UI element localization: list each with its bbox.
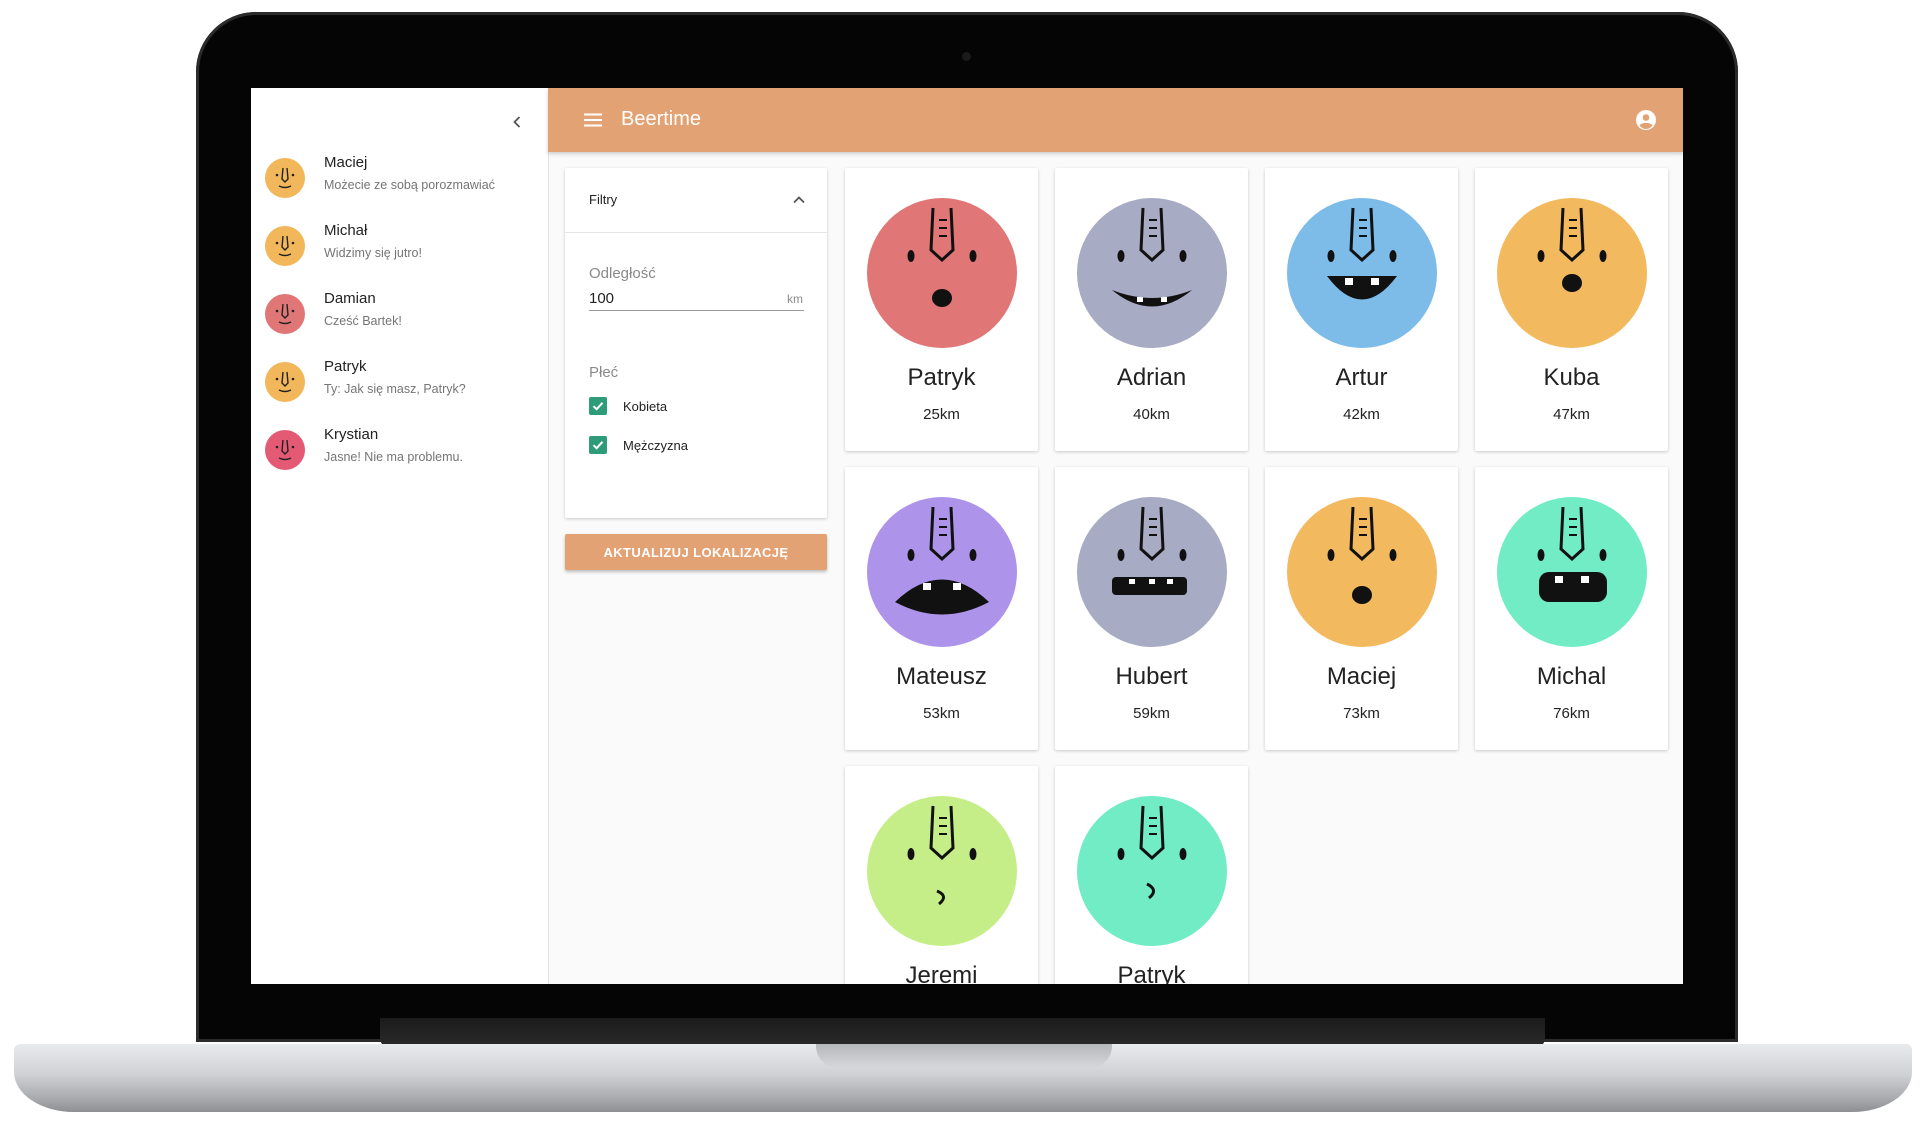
app-bar: Beertime [548, 88, 1683, 152]
account-circle-icon [1636, 110, 1656, 130]
profile-avatar [1497, 198, 1647, 348]
profile-distance: 47km [1553, 406, 1590, 423]
profile-avatar [1497, 497, 1647, 647]
avatar [265, 430, 305, 470]
chat-name: Maciej [324, 154, 368, 171]
chat-item[interactable]: Maciej Możecie ze sobą porozmawiać [265, 152, 535, 202]
checkbox-checked[interactable] [589, 436, 607, 454]
profile-avatar [1287, 198, 1437, 348]
hamburger-menu-icon [584, 113, 602, 127]
profile-name: Mateusz [896, 663, 987, 690]
profile-distance: 40km [1133, 406, 1170, 423]
filters-header[interactable]: Filtry [565, 168, 827, 233]
profile-card[interactable]: Hubert 59km [1055, 467, 1248, 750]
profile-card[interactable]: Mateusz 53km [845, 467, 1038, 750]
chat-last-message: Widzimy się jutro! [324, 246, 422, 260]
chat-last-message: Ty: Jak się masz, Patryk? [324, 382, 466, 396]
distance-input[interactable] [589, 286, 804, 311]
avatar [265, 294, 305, 334]
chat-item[interactable]: Damian Cześć Bartek! [265, 288, 535, 338]
collapse-drawer-button[interactable] [505, 110, 529, 134]
profile-card[interactable]: Jeremi [845, 766, 1038, 984]
profile-name: Patryk [1117, 962, 1186, 984]
chat-item[interactable]: Krystian Jasne! Nie ma problemu. [265, 424, 535, 474]
chevron-up-icon [793, 196, 805, 204]
profile-name: Maciej [1326, 663, 1397, 690]
chat-name: Patryk [324, 358, 367, 375]
chat-name: Krystian [324, 426, 379, 443]
chat-last-message: Możecie ze sobą porozmawiać [324, 178, 495, 192]
chat-item[interactable]: Michał Widzimy się jutro! [265, 220, 535, 270]
profile-card[interactable]: Kuba 47km [1475, 168, 1668, 451]
profile-distance: 53km [923, 705, 960, 722]
profile-distance: 73km [1343, 705, 1380, 722]
profile-card[interactable]: Michal 76km [1475, 467, 1668, 750]
chat-last-message: Cześć Bartek! [324, 314, 402, 328]
checkmark-icon [592, 402, 604, 411]
update-location-button[interactable]: AKTUALIZUJ LOKALIZACJĘ [565, 534, 827, 570]
account-button[interactable] [1634, 108, 1658, 132]
menu-button[interactable] [581, 108, 605, 132]
avatar [265, 158, 305, 198]
profile-card[interactable]: Patryk [1055, 766, 1248, 984]
profile-distance: 76km [1553, 705, 1590, 722]
profile-distance: 42km [1343, 406, 1380, 423]
profile-avatar [1077, 198, 1227, 348]
profile-name: Kuba [1543, 364, 1600, 391]
laptop-camera [962, 52, 971, 61]
distance-label: Odległość [589, 265, 656, 282]
checkbox-label: Kobieta [623, 399, 668, 414]
profile-avatar [867, 198, 1017, 348]
chat-item[interactable]: Patryk Ty: Jak się masz, Patryk? [265, 356, 535, 406]
checkmark-icon [592, 441, 604, 450]
avatar [265, 362, 305, 402]
profile-card[interactable]: Patryk 25km [845, 168, 1038, 451]
profile-card[interactable]: Adrian 40km [1055, 168, 1248, 451]
avatar [265, 226, 305, 266]
chat-drawer: Maciej Możecie ze sobą porozmawiać Michał W… [251, 88, 549, 984]
profile-name: Adrian [1116, 364, 1187, 391]
profile-avatar [1077, 497, 1227, 647]
checkbox-label: Mężczyzna [623, 438, 689, 453]
profile-distance: 59km [1133, 705, 1170, 722]
profile-distance: 25km [923, 406, 960, 423]
profile-avatar [867, 796, 1017, 946]
filters-title: Filtry [589, 192, 618, 207]
app-screen: Maciej Możecie ze sobą porozmawiać Michał W… [251, 88, 1683, 984]
checkbox-checked[interactable] [589, 397, 607, 415]
chevron-left-icon [513, 116, 521, 128]
profile-name: Patryk [907, 364, 976, 391]
profile-card[interactable]: Artur 42km [1265, 168, 1458, 451]
distance-unit: km [787, 292, 803, 306]
laptop-notch [816, 1044, 1112, 1068]
profile-name: Artur [1335, 364, 1388, 391]
app-title: Beertime [621, 108, 702, 130]
profile-avatar [1287, 497, 1437, 647]
chat-name: Michał [324, 222, 368, 239]
profile-name: Michal [1536, 663, 1607, 690]
gender-label: Płeć [589, 364, 619, 381]
profile-name: Hubert [1115, 663, 1188, 690]
chat-name: Damian [324, 290, 376, 307]
profile-name: Jeremi [905, 962, 978, 984]
profile-card[interactable]: Maciej 73km [1265, 467, 1458, 750]
filters-card: Filtry Odległość km Płeć Kobieta Mężczyz… [565, 168, 827, 518]
chat-last-message: Jasne! Nie ma problemu. [324, 450, 463, 464]
profile-avatar [867, 497, 1017, 647]
profile-avatar [1077, 796, 1227, 946]
